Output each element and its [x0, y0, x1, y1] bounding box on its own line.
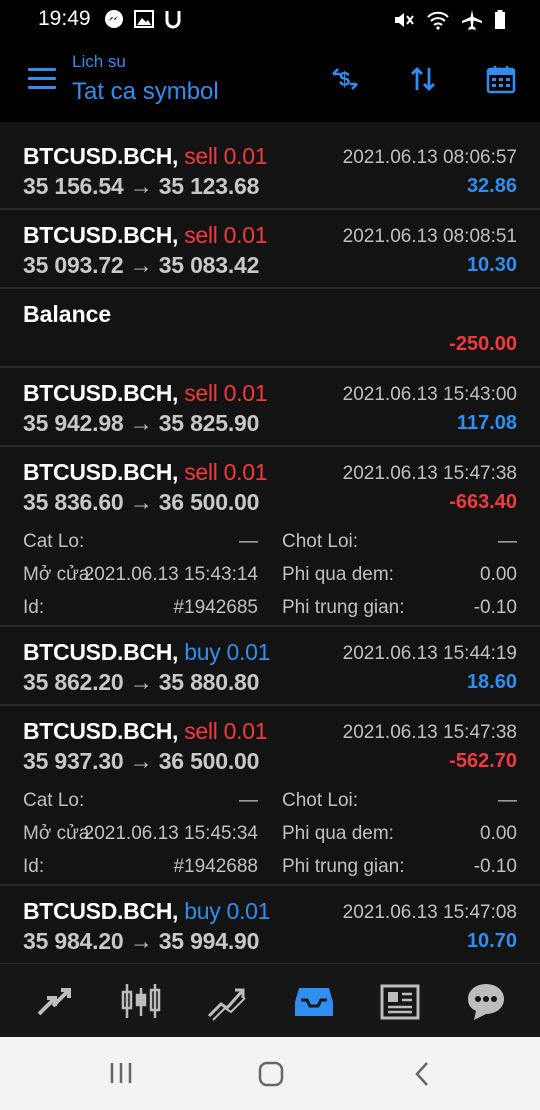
trade-time: 2021.06.13 15:43:00	[342, 384, 517, 405]
trade-symbol: BTCUSD.BCH,	[23, 639, 179, 665]
balance-label: Balance	[23, 301, 112, 327]
history-inbox-icon[interactable]	[292, 980, 336, 1022]
trade-side: buy 0.01	[184, 639, 271, 665]
id-value: #1942688	[173, 856, 258, 877]
trade-row[interactable]: BTCUSD.BCH, sell 0.01 2021.06.13 08:08:5…	[0, 210, 540, 289]
take-profit-value: —	[498, 790, 517, 811]
id-value: #1942685	[173, 597, 258, 618]
svg-text:$: $	[339, 69, 350, 91]
sort-icon[interactable]	[408, 64, 438, 94]
bottom-nav	[0, 963, 540, 1038]
commission-label: Phi trung gian:	[282, 856, 405, 877]
trade-row-expanded[interactable]: BTCUSD.BCH, sell 0.01 2021.06.13 15:47:3…	[0, 706, 540, 886]
trade-symbol: BTCUSD.BCH,	[23, 459, 179, 485]
swap-label: Phi qua dem:	[282, 564, 394, 585]
trade-profit: 10.30	[466, 254, 517, 276]
trade-profit: -663.40	[449, 491, 517, 513]
trade-symbol: BTCUSD.BCH,	[23, 222, 179, 248]
trade-time: 2021.06.13 08:08:51	[342, 226, 517, 247]
gallery-icon	[134, 10, 154, 34]
u-icon	[164, 9, 182, 35]
swap-label: Phi qua dem:	[282, 823, 394, 844]
trade-prices: 35 984.20 → 35 994.90	[23, 928, 260, 954]
mute-icon	[393, 10, 415, 36]
page-title[interactable]: Tat ca symbol	[72, 78, 219, 106]
trade-row[interactable]: BTCUSD.BCH, buy 0.01 2021.06.13 15:47:08…	[0, 886, 540, 963]
home-icon[interactable]	[257, 1061, 285, 1087]
stop-loss-value: —	[239, 790, 258, 811]
stop-loss-value: —	[239, 531, 258, 552]
trade-row-expanded[interactable]: BTCUSD.BCH, sell 0.01 2021.06.13 15:47:3…	[0, 447, 540, 627]
trade-side: sell 0.01	[184, 718, 268, 744]
page-subtitle: Lich su	[72, 52, 126, 71]
airplane-icon	[461, 9, 483, 37]
swap-value: 0.00	[480, 823, 517, 844]
balance-amount: -250.00	[449, 333, 517, 355]
commission-value: -0.10	[473, 856, 517, 877]
recent-apps-icon[interactable]	[106, 1061, 136, 1085]
chat-icon[interactable]	[464, 980, 508, 1022]
swap-value: 0.00	[480, 564, 517, 585]
trade-row[interactable]: BTCUSD.BCH, sell 0.01 2021.06.13 08:06:5…	[0, 131, 540, 210]
trade-profit: 10.70	[466, 930, 517, 952]
trade-side: sell 0.01	[184, 380, 268, 406]
take-profit-label: Chot Loi:	[282, 531, 359, 552]
trade-time: 2021.06.13 08:06:57	[342, 147, 517, 168]
trade-row[interactable]: BTCUSD.BCH, buy 0.01 2021.06.13 15:44:19…	[0, 627, 540, 706]
history-list[interactable]: BTCUSD.BCH, sell 0.01 2021.06.13 08:06:5…	[0, 131, 540, 963]
trade-profit: 32.86	[466, 175, 517, 197]
trade-prices: 35 836.60 → 36 500.00	[23, 489, 260, 515]
trade-prices: 35 937.30 → 36 500.00	[23, 748, 260, 774]
trade-side: sell 0.01	[184, 459, 268, 485]
status-bar: 19:49	[0, 0, 540, 38]
id-label: Id:	[23, 597, 45, 618]
trade-side: sell 0.01	[184, 222, 268, 248]
commission-value: -0.10	[473, 597, 517, 618]
id-label: Id:	[23, 856, 45, 877]
open-time-value: 2021.06.13 15:43:14	[83, 564, 258, 585]
battery-icon	[494, 10, 506, 36]
candlestick-chart-icon[interactable]	[119, 980, 163, 1022]
take-profit-label: Chot Loi:	[282, 790, 359, 811]
system-nav-bar	[0, 1037, 540, 1110]
menu-icon[interactable]	[28, 68, 56, 90]
stop-loss-label: Cat Lo:	[23, 531, 85, 552]
trade-symbol: BTCUSD.BCH,	[23, 143, 179, 169]
trade-row[interactable]: BTCUSD.BCH, sell 0.01 2021.06.13 15:43:0…	[0, 368, 540, 447]
trade-profit: 117.08	[456, 412, 517, 434]
back-icon[interactable]	[410, 1061, 434, 1087]
trade-time: 2021.06.13 15:44:19	[342, 643, 517, 664]
app-bar: Lich su Tat ca symbol $	[0, 38, 540, 122]
stop-loss-label: Cat Lo:	[23, 790, 85, 811]
trade-symbol: BTCUSD.BCH,	[23, 718, 179, 744]
messenger-icon	[104, 9, 124, 35]
trade-profit: 18.60	[466, 671, 517, 693]
trade-prices: 35 942.98 → 35 825.90	[23, 410, 260, 436]
open-time-value: 2021.06.13 15:45:34	[83, 823, 258, 844]
calendar-icon[interactable]	[486, 64, 516, 94]
quotes-arrows-icon[interactable]	[33, 980, 77, 1022]
trade-time: 2021.06.13 15:47:38	[342, 463, 517, 484]
trade-prices: 35 156.54 → 35 123.68	[23, 173, 260, 199]
trade-time: 2021.06.13 15:47:08	[342, 902, 517, 923]
trade-prices: 35 093.72 → 35 083.42	[23, 252, 260, 278]
trade-symbol: BTCUSD.BCH,	[23, 898, 179, 924]
trade-side: buy 0.01	[184, 898, 271, 924]
balance-row[interactable]: Balance -250.00	[0, 289, 540, 368]
trade-prices: 35 862.20 → 35 880.80	[23, 669, 260, 695]
commission-label: Phi trung gian:	[282, 597, 405, 618]
trade-symbol: BTCUSD.BCH,	[23, 380, 179, 406]
trade-time: 2021.06.13 15:47:38	[342, 722, 517, 743]
status-time: 19:49	[38, 7, 91, 30]
trade-profit: -562.70	[449, 750, 517, 772]
wifi-icon	[426, 10, 450, 36]
trade-side: sell 0.01	[184, 143, 268, 169]
take-profit-value: —	[498, 531, 517, 552]
trade-chart-icon[interactable]	[205, 980, 249, 1022]
news-icon[interactable]	[378, 980, 422, 1022]
dollar-swap-icon[interactable]: $	[330, 64, 360, 94]
